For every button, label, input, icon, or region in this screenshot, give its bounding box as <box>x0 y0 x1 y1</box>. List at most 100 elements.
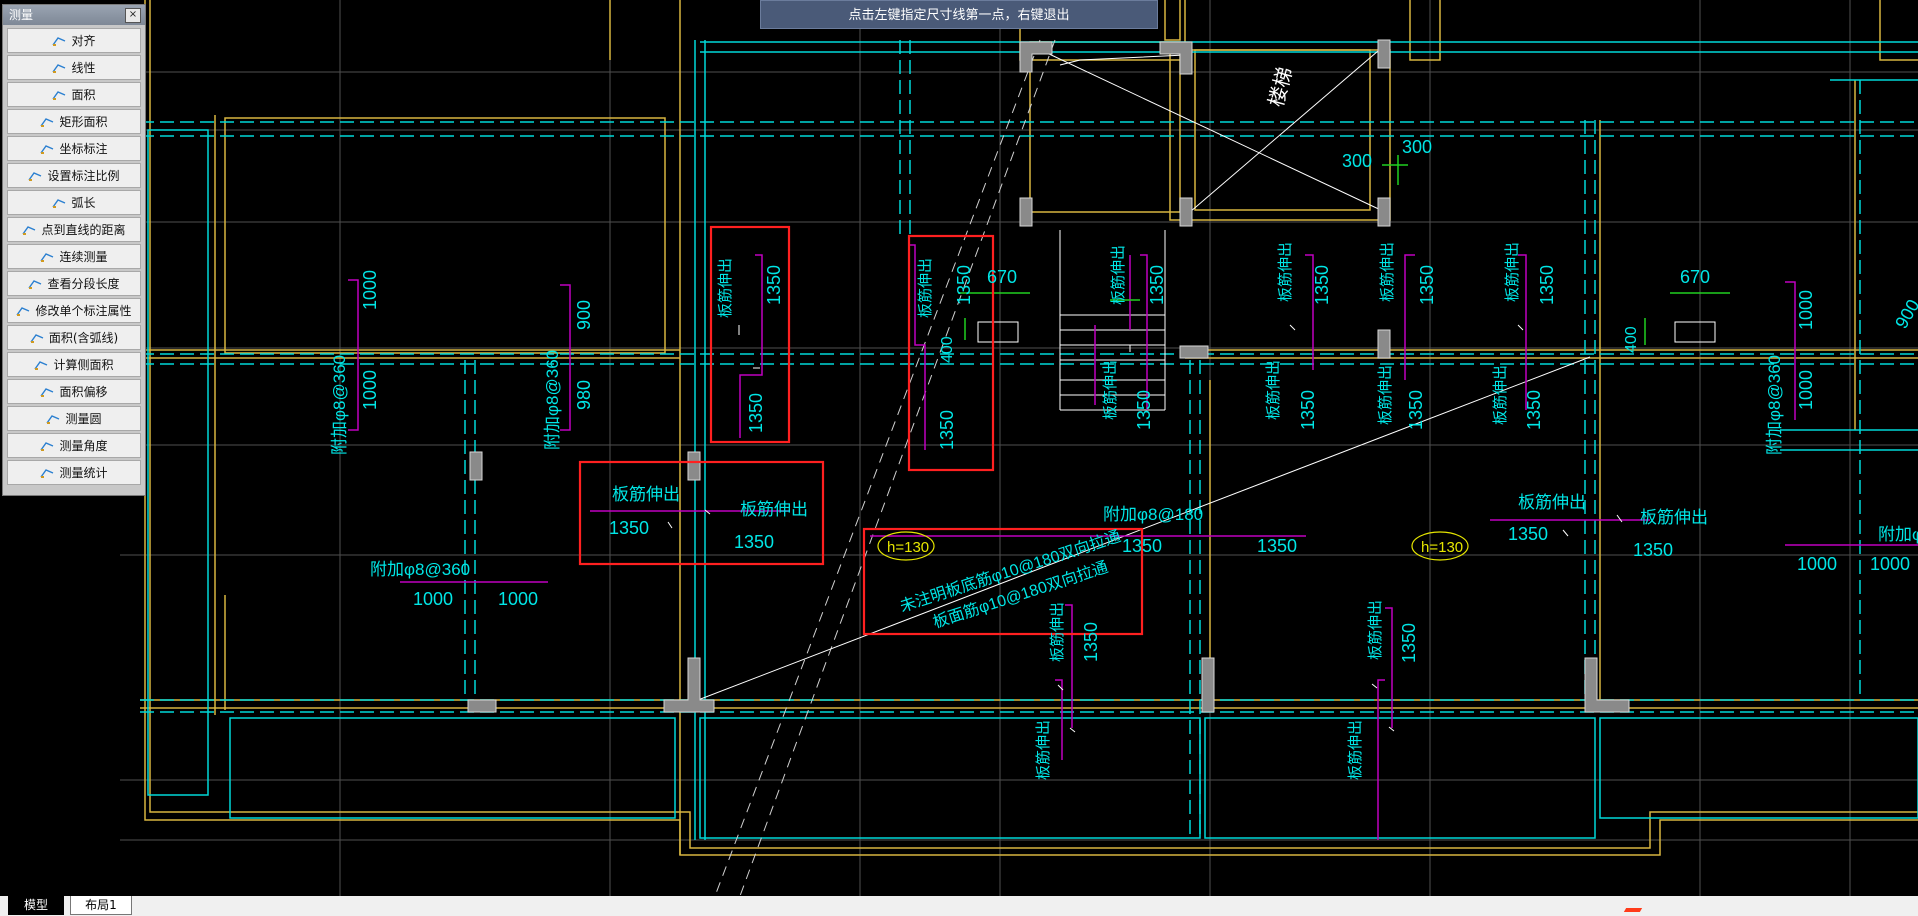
grid-lines <box>120 0 1918 896</box>
dim-1350-1: 1350 <box>764 265 784 305</box>
extend-label-2: 板筋伸出 <box>916 258 934 318</box>
arc-length-icon <box>52 197 66 209</box>
measure-tool-10[interactable]: 查看分段长度 <box>7 271 141 296</box>
measure-tool-label: 坐标标注 <box>59 142 108 156</box>
dim-1000-h2: 1000 <box>498 589 538 609</box>
dim-1350-h1: 1350 <box>609 518 649 538</box>
dim-400-b: 400 <box>1623 326 1640 353</box>
measure-tool-14[interactable]: 面积偏移 <box>7 379 141 404</box>
dim-1350-14: 1350 <box>1399 623 1419 663</box>
dim-1350-h2: 1350 <box>734 532 774 552</box>
extend-label-10: 板筋伸出 <box>1491 365 1509 425</box>
close-button[interactable]: × <box>125 8 141 23</box>
extend-label-9: 板筋伸出 <box>1503 242 1521 302</box>
dim-670-a: 670 <box>987 267 1017 287</box>
dim-900: 900 <box>574 300 594 330</box>
dim-1350-5: 1350 <box>1147 265 1167 305</box>
dim-1350-9: 1350 <box>1417 265 1437 305</box>
edit-dimension-icon <box>16 305 30 317</box>
dim-900-b: 900 <box>1891 296 1918 332</box>
dim-1350-7: 1350 <box>1312 265 1332 305</box>
beam-lines <box>140 40 1918 840</box>
annotation-boxes <box>977 321 1716 343</box>
measure-angle-icon <box>40 440 54 452</box>
measure-tool-16[interactable]: 测量角度 <box>7 433 141 458</box>
extend-label-3: 板筋伸出 <box>1109 245 1127 305</box>
measure-tool-13[interactable]: 计算侧面积 <box>7 352 141 377</box>
measure-tool-label: 面积 <box>71 88 96 102</box>
extend-label-h2: 板筋伸出 <box>740 500 808 519</box>
extend-label-h3: 板筋伸出 <box>1518 493 1586 512</box>
measure-tool-4[interactable]: 矩形面积 <box>7 109 141 134</box>
measure-tool-17[interactable]: 测量统计 <box>7 460 141 485</box>
extend-label-8: 板筋伸出 <box>1376 365 1394 425</box>
measure-tool-5[interactable]: 坐标标注 <box>7 136 141 161</box>
area-offset-icon <box>40 386 54 398</box>
dim-1000-h3: 1000 <box>1797 554 1837 574</box>
measure-tool-8[interactable]: 点到直线的距离 <box>7 217 141 242</box>
dim-1350-12: 1350 <box>1524 390 1544 430</box>
point-line-distance-icon <box>22 224 36 236</box>
panel-title: 测量 <box>9 8 34 22</box>
dimension-texts: 1000 1000 附加φ8@360 900 980 附加φ8@360 板筋伸出… <box>330 137 1918 780</box>
measure-tool-label: 计算侧面积 <box>53 358 114 372</box>
measure-tool-label: 连续测量 <box>59 250 108 264</box>
extend-label-12: 板筋伸出 <box>1366 600 1384 660</box>
dim-300-b: 300 <box>1402 137 1432 157</box>
extend-label-11: 板筋伸出 <box>1048 602 1066 662</box>
extend-label-h1: 板筋伸出 <box>612 485 680 504</box>
align-measure-icon <box>52 35 66 47</box>
measure-tool-label: 设置标注比例 <box>47 169 120 183</box>
measure-tool-label: 测量圆 <box>65 412 102 426</box>
measure-tool-label: 对齐 <box>71 34 96 48</box>
dim-1350-6: 1350 <box>1134 390 1154 430</box>
measure-tool-12[interactable]: 面积(含弧线) <box>7 325 141 350</box>
measure-tool-label: 矩形面积 <box>59 115 108 129</box>
arc-area-icon <box>30 332 44 344</box>
measure-tool-2[interactable]: 线性 <box>7 55 141 80</box>
measure-tool-label: 测量统计 <box>59 466 108 480</box>
dim-1350-11: 1350 <box>1537 265 1557 305</box>
dim-1350-4: 1350 <box>937 410 957 450</box>
green-dimensions <box>958 155 1730 345</box>
linear-measure-icon <box>52 62 66 74</box>
tab-model[interactable]: 模型 <box>8 896 64 915</box>
segment-length-icon <box>28 278 42 290</box>
command-prompt: 点击左键指定尺寸线第一点，右键退出 <box>760 0 1158 29</box>
extend-label-h4: 板筋伸出 <box>1640 508 1708 527</box>
add-bar-label-b: 附加φ8@360 <box>543 350 562 450</box>
measure-tool-label: 查看分段长度 <box>47 277 120 291</box>
dim-1000-b: 1000 <box>360 370 380 410</box>
measure-tool-11[interactable]: 修改单个标注属性 <box>7 298 141 323</box>
measure-tool-label: 测量角度 <box>59 439 108 453</box>
dim-1350-13: 1350 <box>1081 622 1101 662</box>
dashed-guides <box>714 39 1056 897</box>
measure-tool-label: 弧长 <box>71 196 96 210</box>
dim-670-b: 670 <box>1680 267 1710 287</box>
continuous-measure-icon <box>40 251 54 263</box>
extend-label-6: 板筋伸出 <box>1264 360 1282 420</box>
extend-label-13: 板筋伸出 <box>1034 720 1052 780</box>
panel-title-bar[interactable]: 测量 × <box>3 5 145 25</box>
wall-lines <box>140 0 1918 856</box>
measure-tool-label: 修改单个标注属性 <box>35 304 132 318</box>
dim-400-a: 400 <box>939 336 956 363</box>
add-bar-label-d: 附加φ8@360 <box>370 560 470 579</box>
dim-1000-c: 1000 <box>1796 290 1816 330</box>
measure-tool-3[interactable]: 面积 <box>7 82 141 107</box>
rect-area-icon <box>40 116 54 128</box>
measure-tool-label: 面积(含弧线) <box>48 331 119 345</box>
measure-tool-1[interactable]: 对齐 <box>7 28 141 53</box>
coordinate-icon <box>40 143 54 155</box>
tab-layout1[interactable]: 布局1 <box>70 896 132 915</box>
scale-icon <box>28 170 42 182</box>
measure-tool-7[interactable]: 弧长 <box>7 190 141 215</box>
slab-thickness-label: h=130 <box>887 539 929 556</box>
cad-drawing-canvas[interactable]: 楼梯 h=130 h=130 1000 1000 附加φ8@360 900 98… <box>0 0 1918 916</box>
add-bar-label-a: 附加φ8@360 <box>330 355 349 455</box>
measure-tool-9[interactable]: 连续测量 <box>7 244 141 269</box>
measure-tool-15[interactable]: 测量圆 <box>7 406 141 431</box>
measure-tools-list: 对齐线性面积矩形面积坐标标注设置标注比例 弧长点到直线的距离连续测量查看分段长度修… <box>3 25 145 490</box>
measure-tool-6[interactable]: 设置标注比例 <box>7 163 141 188</box>
dim-980: 980 <box>574 380 594 410</box>
